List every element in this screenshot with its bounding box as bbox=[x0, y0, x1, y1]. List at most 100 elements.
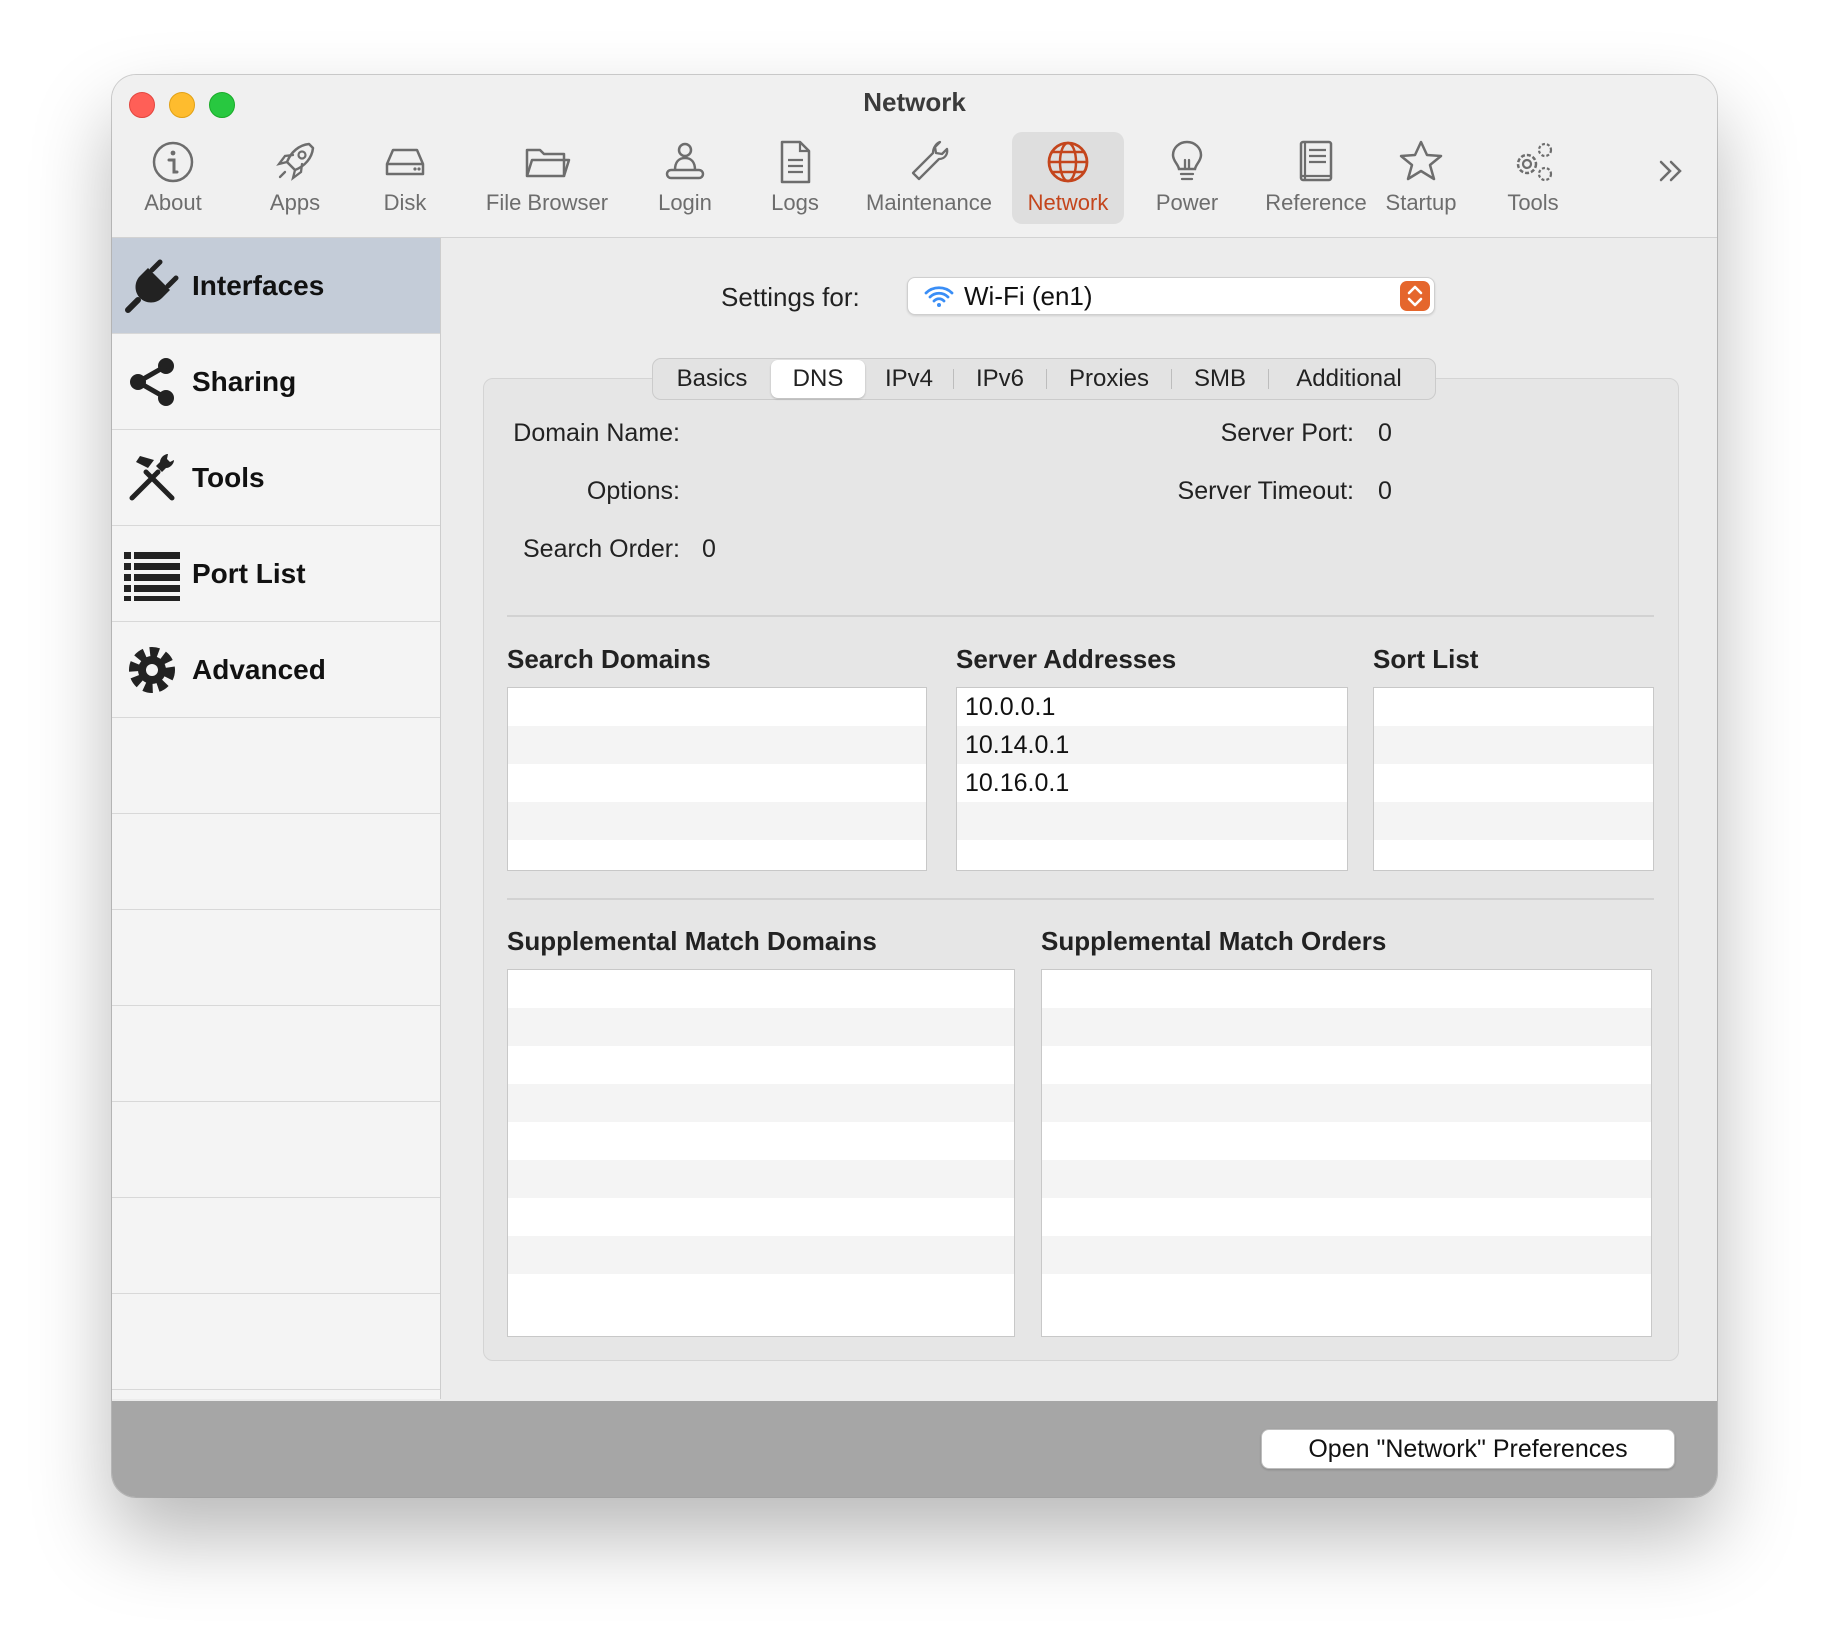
server-timeout-value: 0 bbox=[1378, 477, 1392, 505]
sidebar-item-tools[interactable]: Tools bbox=[112, 430, 440, 526]
table-row[interactable] bbox=[1042, 1084, 1651, 1122]
sidebar: Interfaces Sharing Tools Port List Advan… bbox=[112, 238, 441, 1399]
sidebar-item-port-list[interactable]: Port List bbox=[112, 526, 440, 622]
list-icon bbox=[122, 544, 182, 604]
sort-list-table[interactable] bbox=[1373, 687, 1654, 871]
table-row[interactable] bbox=[508, 970, 1014, 1008]
table-row[interactable] bbox=[508, 1160, 1014, 1198]
tab-ipv4[interactable]: IPv4 bbox=[865, 360, 953, 398]
table-row[interactable] bbox=[1042, 970, 1651, 1008]
folder-icon bbox=[521, 136, 573, 188]
table-row[interactable] bbox=[508, 1084, 1014, 1122]
table-row[interactable] bbox=[508, 1046, 1014, 1084]
supplemental-match-domains-title: Supplemental Match Domains bbox=[507, 926, 877, 956]
tab-panel: Domain Name: Options: Search Order: 0 Se… bbox=[483, 378, 1679, 1361]
share-icon bbox=[122, 352, 182, 412]
gear-icon bbox=[122, 640, 182, 700]
table-row[interactable] bbox=[1042, 1236, 1651, 1274]
table-row[interactable] bbox=[1374, 764, 1653, 802]
table-row[interactable] bbox=[1042, 1198, 1651, 1236]
table-row[interactable] bbox=[508, 688, 926, 726]
content-area: Settings for: Wi-Fi (en1) Domain Name: O… bbox=[441, 238, 1717, 1399]
toolbar-item-reference[interactable]: Reference bbox=[1244, 132, 1388, 224]
divider bbox=[507, 615, 1654, 617]
toolbar-item-maintenance[interactable]: Maintenance bbox=[854, 132, 1004, 224]
toolbar-item-startup[interactable]: Startup bbox=[1370, 132, 1472, 224]
table-row[interactable] bbox=[1042, 1160, 1651, 1198]
interface-value: Wi-Fi (en1) bbox=[964, 281, 1093, 311]
tab-smb[interactable]: SMB bbox=[1172, 360, 1268, 398]
divider bbox=[507, 898, 1654, 900]
title-bar: Network About Apps Disk File Browser Log… bbox=[112, 75, 1717, 238]
search-domains-table[interactable] bbox=[507, 687, 927, 871]
server-addresses-table[interactable]: 10.0.0.1 10.14.0.1 10.16.0.1 bbox=[956, 687, 1348, 871]
tab-additional[interactable]: Additional bbox=[1269, 360, 1429, 398]
wifi-icon bbox=[924, 284, 954, 308]
server-port-value: 0 bbox=[1378, 419, 1392, 447]
window-title: Network bbox=[863, 87, 966, 117]
toolbar-item-about[interactable]: About bbox=[122, 132, 224, 224]
sidebar-empty-row bbox=[112, 1198, 440, 1294]
table-row[interactable] bbox=[1042, 1122, 1651, 1160]
tab-ipv6[interactable]: IPv6 bbox=[954, 360, 1046, 398]
table-row[interactable]: 10.14.0.1 bbox=[957, 726, 1347, 764]
server-port-label: Server Port: bbox=[1220, 419, 1354, 447]
table-row[interactable] bbox=[508, 726, 926, 764]
star-icon bbox=[1395, 136, 1447, 188]
table-row[interactable] bbox=[1374, 688, 1653, 726]
toolbar-item-file-browser[interactable]: File Browser bbox=[472, 132, 622, 224]
table-row[interactable] bbox=[1042, 1008, 1651, 1046]
bottom-bar: Open "Network" Preferences bbox=[112, 1401, 1717, 1497]
options-label: Options: bbox=[586, 477, 680, 505]
sidebar-item-sharing[interactable]: Sharing bbox=[112, 334, 440, 430]
toolbar-item-disk[interactable]: Disk bbox=[354, 132, 456, 224]
open-network-preferences-button[interactable]: Open "Network" Preferences bbox=[1261, 1429, 1675, 1469]
server-addresses-title: Server Addresses bbox=[956, 644, 1177, 674]
sidebar-item-advanced[interactable]: Advanced bbox=[112, 622, 440, 718]
toolbar: About Apps Disk File Browser Login Logs … bbox=[112, 132, 1717, 232]
user-icon bbox=[659, 136, 711, 188]
gears-icon bbox=[1507, 136, 1559, 188]
app-window: Network About Apps Disk File Browser Log… bbox=[112, 75, 1717, 1497]
supplemental-match-domains-table[interactable] bbox=[507, 969, 1015, 1337]
toolbar-item-logs[interactable]: Logs bbox=[744, 132, 846, 224]
table-row[interactable]: 10.0.0.1 bbox=[957, 688, 1347, 726]
document-icon bbox=[769, 136, 821, 188]
search-order-label: Search Order: bbox=[522, 535, 680, 563]
tab-basics[interactable]: Basics bbox=[653, 360, 771, 398]
table-row[interactable] bbox=[508, 1008, 1014, 1046]
table-row[interactable] bbox=[1042, 1046, 1651, 1084]
tab-proxies[interactable]: Proxies bbox=[1047, 360, 1171, 398]
server-timeout-label: Server Timeout: bbox=[1177, 477, 1354, 505]
toolbar-item-power[interactable]: Power bbox=[1136, 132, 1238, 224]
toolbar-item-tools[interactable]: Tools bbox=[1482, 132, 1584, 224]
table-row[interactable]: 10.16.0.1 bbox=[957, 764, 1347, 802]
table-row[interactable] bbox=[508, 1198, 1014, 1236]
toolbar-item-login[interactable]: Login bbox=[634, 132, 736, 224]
lightbulb-icon bbox=[1161, 136, 1213, 188]
supplemental-match-orders-table[interactable] bbox=[1041, 969, 1652, 1337]
table-row[interactable] bbox=[508, 1236, 1014, 1274]
table-row[interactable] bbox=[508, 1122, 1014, 1160]
sidebar-empty-row bbox=[112, 1006, 440, 1102]
table-row[interactable] bbox=[508, 764, 926, 802]
wrench-icon bbox=[903, 136, 955, 188]
book-icon bbox=[1290, 136, 1342, 188]
toolbar-overflow-chevron-icon[interactable] bbox=[1655, 155, 1687, 187]
hammer-wrench-icon bbox=[122, 448, 182, 508]
toolbar-item-apps[interactable]: Apps bbox=[244, 132, 346, 224]
table-row[interactable] bbox=[508, 802, 926, 840]
sidebar-item-interfaces[interactable]: Interfaces bbox=[112, 238, 440, 334]
tab-dns[interactable]: DNS bbox=[771, 360, 865, 398]
tab-bar: Basics DNS IPv4 IPv6 Proxies SMB Additio… bbox=[652, 358, 1436, 400]
table-row[interactable] bbox=[957, 802, 1347, 840]
sidebar-empty-row bbox=[112, 910, 440, 1006]
interface-popup[interactable]: Wi-Fi (en1) bbox=[907, 277, 1435, 315]
sort-list-title: Sort List bbox=[1373, 644, 1479, 674]
domain-name-label: Domain Name: bbox=[513, 419, 680, 447]
sidebar-empty-row bbox=[112, 1102, 440, 1198]
table-row[interactable] bbox=[1374, 726, 1653, 764]
supplemental-match-orders-title: Supplemental Match Orders bbox=[1041, 926, 1387, 956]
toolbar-item-network[interactable]: Network bbox=[1012, 132, 1124, 224]
table-row[interactable] bbox=[1374, 802, 1653, 840]
